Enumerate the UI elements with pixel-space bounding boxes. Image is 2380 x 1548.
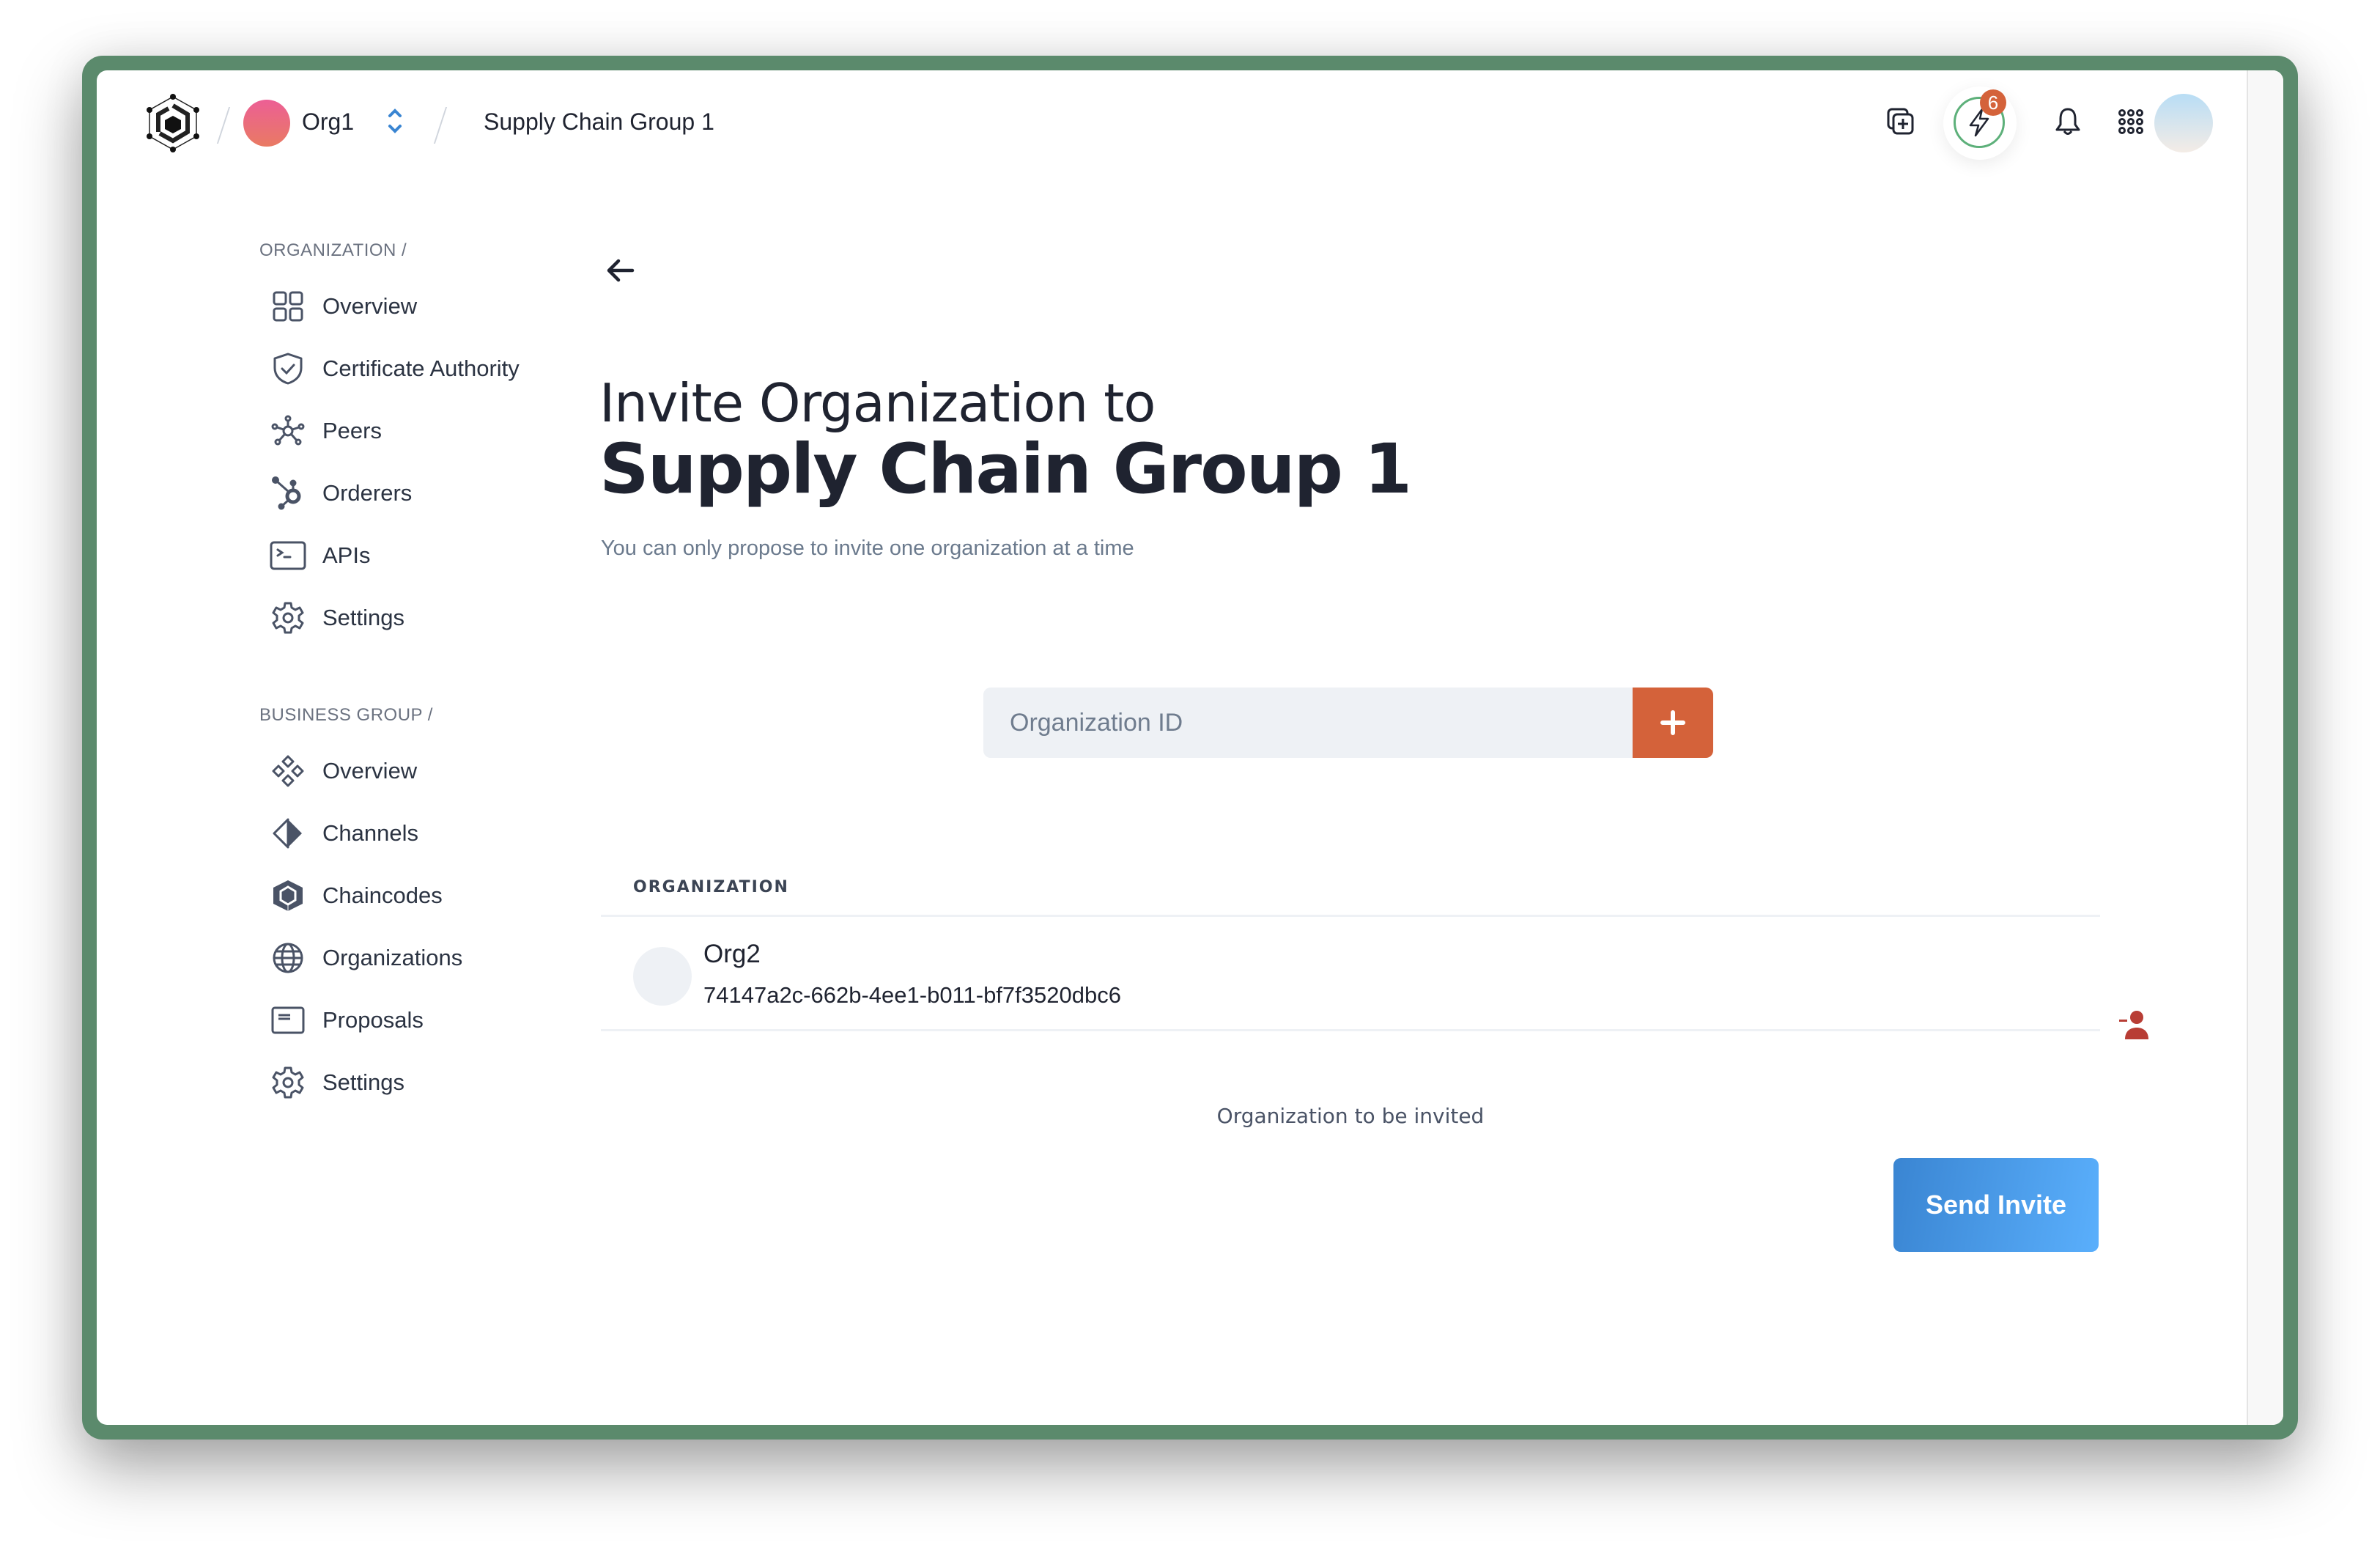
sidebar-item-orderers[interactable]: Orderers xyxy=(270,471,548,515)
organization-id-field xyxy=(983,688,1713,758)
sidebar-item-label: Organizations xyxy=(322,945,463,970)
logo-icon[interactable] xyxy=(144,94,202,152)
hexagon-cube-icon xyxy=(270,877,306,914)
table-caption: Organization to be invited xyxy=(1216,1104,1485,1128)
table-header-organization: ORGANIZATION xyxy=(633,878,789,896)
breadcrumb-separator xyxy=(433,107,448,144)
sidebar-item-bg-overview[interactable]: Overview xyxy=(270,749,548,793)
sidebar-item-label: Channels xyxy=(322,820,418,846)
activity-button[interactable] xyxy=(1943,86,2017,160)
sidebar-item-label: Orderers xyxy=(322,480,413,506)
gear-icon xyxy=(270,1064,306,1101)
org-name[interactable]: Org1 xyxy=(302,108,354,136)
sidebar-item-bg-settings[interactable]: Settings xyxy=(270,1061,548,1105)
sidebar-item-label: APIs xyxy=(322,542,371,568)
org-row-avatar xyxy=(633,947,692,1006)
remove-user-icon[interactable] xyxy=(2112,1003,2156,1047)
diamonds-icon xyxy=(270,753,306,789)
scrollbar[interactable] xyxy=(2247,70,2283,1425)
breadcrumb-business-group[interactable]: Supply Chain Group 1 xyxy=(484,108,714,136)
network-icon xyxy=(270,413,306,449)
sidebar-item-org-settings[interactable]: Settings xyxy=(270,596,548,640)
notification-badge: 6 xyxy=(1980,89,2006,116)
page-title-line1: Invite Organization to xyxy=(599,372,1156,434)
sidebar-item-organizations[interactable]: Organizations xyxy=(270,936,548,980)
sidebar-item-label: Settings xyxy=(322,605,405,630)
top-bar: Org1 Supply Chain Group 1 6 xyxy=(97,70,2248,166)
shield-check-icon xyxy=(270,350,306,387)
terminal-icon xyxy=(270,537,306,574)
add-organization-button[interactable] xyxy=(1633,688,1713,758)
gear-icon xyxy=(270,600,306,636)
breadcrumb-separator xyxy=(216,107,231,144)
sidebar-item-org-overview[interactable]: Overview xyxy=(270,284,548,328)
sidebar-item-certificate-authority[interactable]: Certificate Authority xyxy=(270,347,548,391)
sidebar-item-label: Peers xyxy=(322,418,382,443)
send-invite-button[interactable]: Send Invite xyxy=(1893,1158,2099,1252)
sidebar-item-chaincodes[interactable]: Chaincodes xyxy=(270,874,548,918)
plus-icon xyxy=(1660,710,1685,735)
grid-icon xyxy=(270,288,306,325)
sidebar-item-channels[interactable]: Channels xyxy=(270,811,548,855)
apps-grid-icon[interactable] xyxy=(2109,100,2153,144)
user-avatar[interactable] xyxy=(2154,94,2213,152)
sidebar-item-apis[interactable]: APIs xyxy=(270,534,548,578)
table-divider xyxy=(601,915,2100,917)
sidebar-item-label: Overview xyxy=(322,293,418,319)
table-divider xyxy=(601,1029,2100,1031)
app-window: Org1 Supply Chain Group 1 6 ORGANIZATION… xyxy=(97,70,2283,1425)
sidebar-item-label: Settings xyxy=(322,1069,405,1095)
card-icon xyxy=(270,1002,306,1039)
half-diamond-icon xyxy=(270,815,306,852)
bell-icon[interactable] xyxy=(2046,100,2090,144)
sidebar-item-label: Chaincodes xyxy=(322,882,443,908)
org-switcher-chevron-icon[interactable] xyxy=(384,104,406,138)
back-arrow-icon[interactable] xyxy=(602,252,639,289)
sidebar-heading-organization: ORGANIZATION / xyxy=(259,240,407,260)
org-avatar[interactable] xyxy=(243,100,290,147)
globe-icon xyxy=(270,940,306,976)
org-row-id: 74147a2c-662b-4ee1-b011-bf7f3520dbc6 xyxy=(703,982,1121,1008)
add-window-icon[interactable] xyxy=(1879,100,1923,144)
window-frame: Org1 Supply Chain Group 1 6 ORGANIZATION… xyxy=(82,56,2298,1440)
organization-id-input[interactable] xyxy=(983,688,1636,758)
sidebar-item-proposals[interactable]: Proposals xyxy=(270,998,548,1042)
page-subtitle: You can only propose to invite one organ… xyxy=(601,537,1134,560)
sidebar-heading-business-group: BUSINESS GROUP / xyxy=(259,705,433,725)
sidebar-item-peers[interactable]: Peers xyxy=(270,409,548,453)
sidebar-item-label: Proposals xyxy=(322,1007,424,1033)
hub-icon xyxy=(270,475,306,512)
page-title-line2: Supply Chain Group 1 xyxy=(599,430,1412,509)
sidebar-item-label: Certificate Authority xyxy=(322,355,520,381)
org-row-name: Org2 xyxy=(703,940,761,968)
sidebar-item-label: Overview xyxy=(322,758,418,784)
